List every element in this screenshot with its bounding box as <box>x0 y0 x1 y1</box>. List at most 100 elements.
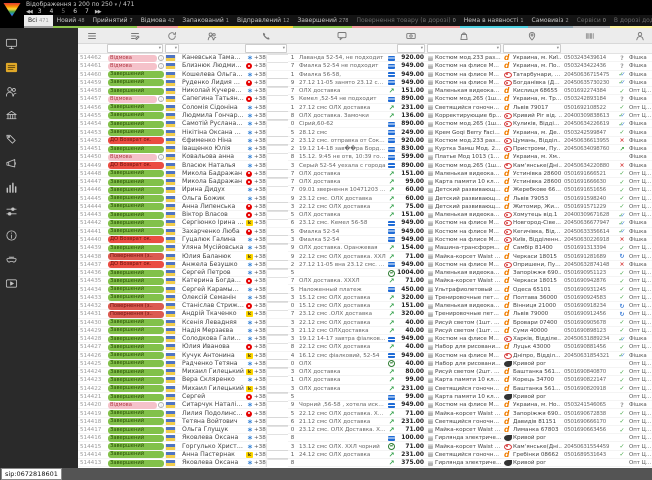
tab-6[interactable]: Завершений278 <box>293 15 352 28</box>
table-row[interactable]: 514451 Завершений Іващенко Юлія *+38 2 1… <box>78 145 652 153</box>
sidebar-sliders-icon[interactable] <box>5 199 78 223</box>
table-row[interactable]: 514441 Завершений Захарченко Люба +38 5 … <box>78 228 652 236</box>
table-row[interactable]: 514415 Завершений Горгулько Христина.. *… <box>78 442 652 450</box>
table-row[interactable]: 514425 Завершений Радченко Тетяна *+38 0… <box>78 360 652 368</box>
filter-product[interactable]: ▾ <box>427 44 501 53</box>
sidebar-orders-icon[interactable] <box>5 55 78 79</box>
table-row[interactable]: 514426 Завершений Кучук Антонина lc+38 4… <box>78 352 652 360</box>
page-button-3[interactable]: 3 <box>36 8 44 15</box>
table-row[interactable]: 514424 Завершений Михаил Гилецький lc+38… <box>78 368 652 376</box>
sidebar-bank-icon[interactable] <box>5 103 78 127</box>
table-row[interactable]: 514435 Завершений Катерина Богданова +38… <box>78 277 652 285</box>
table-row[interactable]: 514442 Завершений Сергіюнко Ірина Ми.. l… <box>78 219 652 227</box>
table-row[interactable]: 514417 Завершений Ольга Глущук *+38 0 23… <box>78 426 652 434</box>
table-row[interactable]: 514419 Завершений Лилия Подолинская +38 … <box>78 409 652 417</box>
table-row[interactable]: 514445 Завершений Ольга Божик *+38 9 23.… <box>78 195 652 203</box>
table-row[interactable]: 514459 Завершений Руденко Лидия Пав.. +3… <box>78 79 652 87</box>
table-row[interactable]: 514448 Завершений Микола Бадражан +38 7 … <box>78 170 652 178</box>
table-row[interactable]: 514439 Завершений Уляна Мусійовська *+38… <box>78 244 652 252</box>
table-row[interactable]: 514427 Завершений Юлия Иванова +38 8 22.… <box>78 343 652 351</box>
pagination-summary[interactable]: Відображення з 200 по 250 ▾ / 471 <box>26 1 134 8</box>
table-row[interactable]: 514461 Відмоваi Близнюк Людмила .. +38 7… <box>78 62 652 70</box>
column-header-track[interactable] <box>562 31 617 41</box>
page-button-4[interactable]: 4 <box>48 8 56 15</box>
filter-flag[interactable]: ▾ <box>165 44 179 53</box>
table-row[interactable]: 514456 Завершений Соломія Сідоніна *+38 … <box>78 104 652 112</box>
table-row[interactable]: 514453 Завершений Нікітіна Оксана Дми.. … <box>78 128 652 136</box>
table-row[interactable]: 514454 Завершений Самотій Руслана Во.. *… <box>78 120 652 128</box>
table-row[interactable]: 514432 Повернення (з.. Станіслав Стрижак… <box>78 302 652 310</box>
page-button-7[interactable]: 7 <box>83 8 91 15</box>
table-row[interactable]: 514447 Завершений Микола Бадражан +38 7 … <box>78 178 652 186</box>
tab-2[interactable]: Прийнятий7 <box>89 15 137 28</box>
filter-price[interactable]: ▾ <box>397 44 425 53</box>
table-row[interactable]: 514446 Завершений Ирина Дидух *+38 7 09.… <box>78 186 652 194</box>
table-row[interactable]: 514457 Відмоваi Сапегина Татьяна С.. +38… <box>78 95 652 103</box>
tab-9[interactable]: Самовивіз2 <box>528 15 573 28</box>
filter-phone[interactable]: ▾ <box>245 44 287 53</box>
table-row[interactable]: 514452 ДО Возврат ок. Єфименко Ніна *+38… <box>78 137 652 145</box>
table-row[interactable]: 514423 Завершений Вера Скляренко *+38 1 … <box>78 376 652 384</box>
sidebar-monitor-icon[interactable] <box>5 31 78 55</box>
column-header-flag[interactable] <box>164 31 180 41</box>
table-row[interactable]: 514413 Завершений Яковлева Оксана *+38 8… <box>78 459 652 467</box>
table-row[interactable]: 514437 ДО Возврат ок. Анжела Безушко *+3… <box>78 261 652 269</box>
column-header-source[interactable] <box>627 31 652 41</box>
table-row[interactable]: 514438 Повернення (з.. Юлия Баланюк lc+3… <box>78 252 652 260</box>
column-header-phone[interactable] <box>244 31 288 41</box>
sidebar-purchases-icon[interactable] <box>5 127 78 151</box>
column-header-status[interactable] <box>106 31 164 41</box>
table-row[interactable]: 514460 Завершений Кошелева Ольга Ар.. *+… <box>78 71 652 79</box>
table-row[interactable]: 514449 ДО Возврат ок. Власюк Наталья *+3… <box>78 161 652 169</box>
sidebar-info-icon[interactable] <box>5 223 78 247</box>
filter-city[interactable]: ▾ <box>503 44 561 53</box>
app-logo-icon[interactable] <box>3 2 21 17</box>
column-header-name[interactable] <box>180 31 244 41</box>
first-page-button[interactable]: ◀◀ <box>26 9 32 15</box>
tab-11[interactable]: В дорозі додому0 <box>610 15 652 28</box>
sidebar-users-icon[interactable] <box>5 79 78 103</box>
table-row[interactable]: 514416 Завершений Яковлева Оксана *+38 8… <box>78 434 652 442</box>
table-row[interactable]: 514433 Завершений Олексій Семанін *+38 3… <box>78 294 652 302</box>
table-row[interactable]: 514458 Завершений Николай Кучеренко *+38… <box>78 87 652 95</box>
filter-status[interactable]: ▾ <box>107 44 163 53</box>
page-button-5[interactable]: 5 <box>59 8 67 15</box>
tab-10[interactable]: Сервіси0 <box>573 15 610 28</box>
column-header-comment[interactable] <box>297 31 387 41</box>
sidebar-megaphone-icon[interactable] <box>5 151 78 175</box>
table-row[interactable]: 514428 Завершений Солодкова Галина В.. *… <box>78 335 652 343</box>
table-row[interactable]: 514414 Завершений Анна Пастернак lc+38 1… <box>78 451 652 459</box>
table-row[interactable]: 514436 Завершений Сергей Петров *+38 5 ₴… <box>78 269 652 277</box>
column-header-price[interactable] <box>396 31 426 41</box>
table-row[interactable]: 514462 Відмоваi Каневська Тамара .. *+38… <box>78 54 652 62</box>
tab-4[interactable]: Запакований1 <box>178 15 233 28</box>
ukrposhta-icon: d <box>504 386 512 392</box>
table-row[interactable]: 514418 Завершений Тетяна Войтович *+38 6… <box>78 418 652 426</box>
page-button-6[interactable]: 6 <box>71 8 79 15</box>
sidebar-stats-icon[interactable] <box>5 175 78 199</box>
tab-5[interactable]: Відправлений12 <box>233 15 294 28</box>
sidebar-video-icon[interactable] <box>5 271 78 295</box>
table-row[interactable]: 514421 Завершений Сергей +38 5 99.00 Кар… <box>78 393 652 401</box>
table-row[interactable]: 514444 Завершений Анна Липенська +38 3 2… <box>78 203 652 211</box>
table-row[interactable]: 514455 Завершений Людмила Гончарова *+38… <box>78 112 652 120</box>
table-row[interactable]: 514440 ДО Возврат ок. Гуцалюк Галина *+3… <box>78 236 652 244</box>
table-row[interactable]: 514443 Завершений Віктор Власов +38 5 ОЛ… <box>78 211 652 219</box>
tab-7[interactable]: Повернення товару (в дорозі)0 <box>352 15 459 28</box>
column-header-id[interactable] <box>78 31 106 41</box>
table-row[interactable]: 514422 Завершений Михаил Гилецький lc+38… <box>78 385 652 393</box>
sidebar-incognito-icon[interactable] <box>5 247 78 271</box>
tab-1[interactable]: Новий48 <box>53 15 89 28</box>
last-page-button[interactable]: ▶▶ <box>95 9 101 15</box>
table-row[interactable]: 514420 Відмоваi Ситарчук Наталія Гр.. *+… <box>78 401 652 409</box>
column-header-city[interactable] <box>502 31 562 41</box>
table-row[interactable]: 514430 Завершений Ксенія Левадняя *+38 3… <box>78 319 652 327</box>
tab-8[interactable]: Нема в наявності1 <box>460 15 528 28</box>
tab-0[interactable]: Всі471 <box>24 15 53 28</box>
tab-3[interactable]: Відмова42 <box>137 15 179 28</box>
table-row[interactable]: 514434 Завершений Сергей Карамышев *+38 … <box>78 285 652 293</box>
table-row[interactable]: 514431 Повернення (з.. Андрій Ткаченко l… <box>78 310 652 318</box>
table-row[interactable]: 514429 Завершений Надія Мерзаєва *+38 3 … <box>78 327 652 335</box>
column-header-product[interactable] <box>426 31 502 41</box>
table-row[interactable]: 514450 Відмоваi Ковальова анна *+38 8 15… <box>78 153 652 161</box>
